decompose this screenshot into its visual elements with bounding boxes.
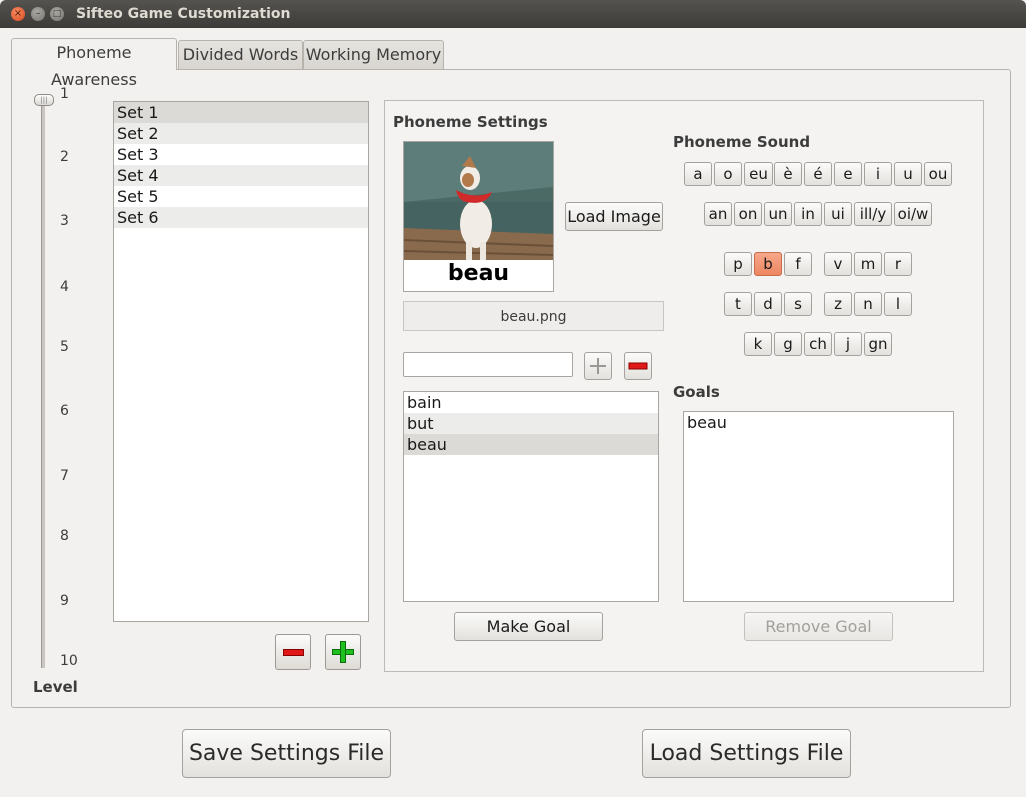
load-settings-button[interactable]: Load Settings File xyxy=(642,729,851,778)
list-item[interactable]: Set 3 xyxy=(114,144,368,165)
list-item[interactable]: beau xyxy=(684,412,953,433)
phoneme-button[interactable]: un xyxy=(764,202,792,226)
list-item[interactable]: Set 4 xyxy=(114,165,368,186)
goals-title: Goals xyxy=(673,383,720,401)
maximize-window-icon[interactable]: □ xyxy=(50,7,64,21)
close-window-icon[interactable]: × xyxy=(11,7,25,21)
phoneme-button[interactable]: oi/w xyxy=(894,202,932,226)
phoneme-button[interactable]: è xyxy=(774,162,802,186)
plus-icon xyxy=(590,358,606,374)
phoneme-button[interactable]: p xyxy=(724,252,752,276)
tab-divided-words[interactable]: Divided Words xyxy=(178,40,303,69)
words-list[interactable]: bain but beau xyxy=(403,391,659,602)
phoneme-button[interactable]: ui xyxy=(824,202,852,226)
add-set-button[interactable] xyxy=(325,634,361,670)
word-input[interactable] xyxy=(403,352,573,377)
phoneme-button[interactable]: ch xyxy=(804,332,832,356)
remove-word-button[interactable] xyxy=(624,352,652,380)
save-settings-button[interactable]: Save Settings File xyxy=(182,729,391,778)
tab-phoneme-awareness[interactable]: Phoneme Awareness xyxy=(11,38,177,89)
list-item[interactable]: but xyxy=(404,413,658,434)
level-slider-handle[interactable]: ||| xyxy=(34,94,54,106)
level-tick: 7 xyxy=(60,468,69,484)
phoneme-button[interactable]: z xyxy=(824,292,852,316)
list-item[interactable]: beau xyxy=(404,434,658,455)
phoneme-button[interactable]: m xyxy=(854,252,882,276)
tab-working-memory[interactable]: Working Memory xyxy=(303,40,444,69)
phoneme-settings-title: Phoneme Settings xyxy=(393,113,548,131)
phoneme-button[interactable]: i xyxy=(864,162,892,186)
level-tick: 8 xyxy=(60,528,69,544)
level-tick: 2 xyxy=(60,149,69,165)
image-caption: beau xyxy=(447,261,510,286)
list-item[interactable]: Set 2 xyxy=(114,123,368,144)
level-label: Level xyxy=(33,678,78,696)
phoneme-button[interactable]: a xyxy=(684,162,712,186)
remove-goal-button[interactable]: Remove Goal xyxy=(744,612,893,641)
phoneme-button[interactable]: o xyxy=(714,162,742,186)
phoneme-button[interactable]: in xyxy=(794,202,822,226)
phoneme-button[interactable]: ill/y xyxy=(854,202,892,226)
minus-icon xyxy=(628,362,648,370)
add-word-button[interactable] xyxy=(584,352,612,380)
phoneme-image: beau xyxy=(403,141,554,292)
phoneme-button[interactable]: n xyxy=(854,292,882,316)
load-image-button[interactable]: Load Image xyxy=(565,202,663,231)
level-tick: 3 xyxy=(60,213,69,229)
phoneme-button[interactable]: e xyxy=(834,162,862,186)
level-tick: 5 xyxy=(60,339,69,355)
phoneme-button[interactable]: on xyxy=(734,202,762,226)
phoneme-button[interactable]: g xyxy=(774,332,802,356)
phoneme-button[interactable]: d xyxy=(754,292,782,316)
phoneme-button[interactable]: v xyxy=(824,252,852,276)
minus-icon xyxy=(283,649,304,656)
phoneme-button[interactable]: gn xyxy=(864,332,892,356)
phoneme-button[interactable]: an xyxy=(704,202,732,226)
phoneme-button[interactable]: ou xyxy=(924,162,952,186)
list-item[interactable]: Set 5 xyxy=(114,186,368,207)
phoneme-button[interactable]: f xyxy=(784,252,812,276)
level-tick: 6 xyxy=(60,403,69,419)
goals-list[interactable]: beau xyxy=(683,411,954,602)
sets-list[interactable]: Set 1 Set 2 Set 3 Set 4 Set 5 Set 6 xyxy=(113,101,369,622)
phoneme-button[interactable]: s xyxy=(784,292,812,316)
make-goal-button[interactable]: Make Goal xyxy=(454,612,603,641)
title-bar: × – □ Sifteo Game Customization xyxy=(0,0,1026,28)
phoneme-button[interactable]: k xyxy=(744,332,772,356)
level-tick: 9 xyxy=(60,593,69,609)
phoneme-button[interactable]: t xyxy=(724,292,752,316)
remove-set-button[interactable] xyxy=(275,634,311,670)
phoneme-button[interactable]: u xyxy=(894,162,922,186)
level-tick: 4 xyxy=(60,279,69,295)
image-filename: beau.png xyxy=(403,301,664,331)
list-item[interactable]: Set 6 xyxy=(114,207,368,228)
phoneme-button[interactable]: l xyxy=(884,292,912,316)
window-title: Sifteo Game Customization xyxy=(76,6,291,22)
phoneme-button[interactable]: eu xyxy=(744,162,773,186)
phoneme-sound-title: Phoneme Sound xyxy=(673,133,811,151)
list-item[interactable]: Set 1 xyxy=(114,102,368,123)
phoneme-button[interactable]: r xyxy=(884,252,912,276)
phoneme-button-selected[interactable]: b xyxy=(754,252,782,276)
app-window: × – □ Sifteo Game Customization Phoneme … xyxy=(0,0,1026,797)
phoneme-button[interactable]: j xyxy=(834,332,862,356)
list-item[interactable]: bain xyxy=(404,392,658,413)
level-tick: 10 xyxy=(60,653,78,669)
minimize-window-icon[interactable]: – xyxy=(31,7,45,21)
level-slider-track[interactable] xyxy=(41,96,45,668)
phoneme-button[interactable]: é xyxy=(804,162,832,186)
